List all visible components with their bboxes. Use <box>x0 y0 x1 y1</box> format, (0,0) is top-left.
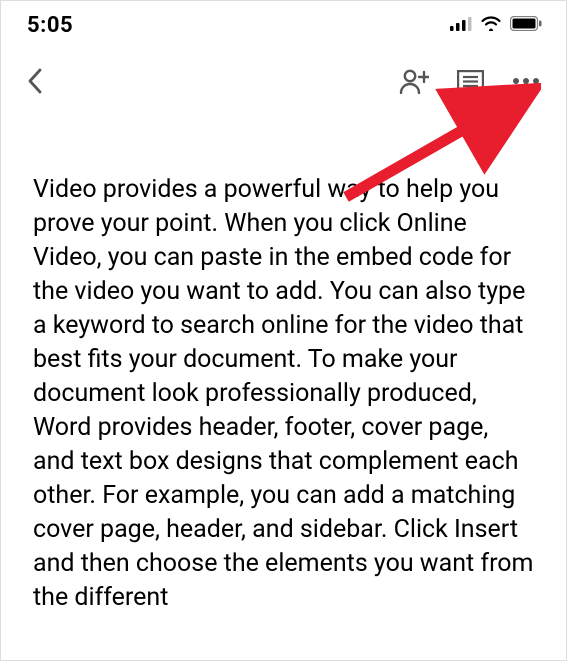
status-icons <box>450 15 542 35</box>
back-button[interactable] <box>27 68 43 94</box>
cellular-signal-icon <box>450 16 472 35</box>
more-options-button[interactable] <box>512 77 540 85</box>
document-body-text[interactable]: Video provides a powerful way to help yo… <box>33 173 534 615</box>
toolbar <box>1 45 566 109</box>
document-view-button[interactable] <box>457 70 484 93</box>
battery-icon <box>510 16 542 35</box>
add-person-button[interactable] <box>399 68 429 94</box>
status-bar: 5:05 <box>1 1 566 45</box>
document-content: Video provides a powerful way to help yo… <box>1 109 566 615</box>
wifi-icon <box>480 15 502 35</box>
status-time: 5:05 <box>27 13 73 38</box>
